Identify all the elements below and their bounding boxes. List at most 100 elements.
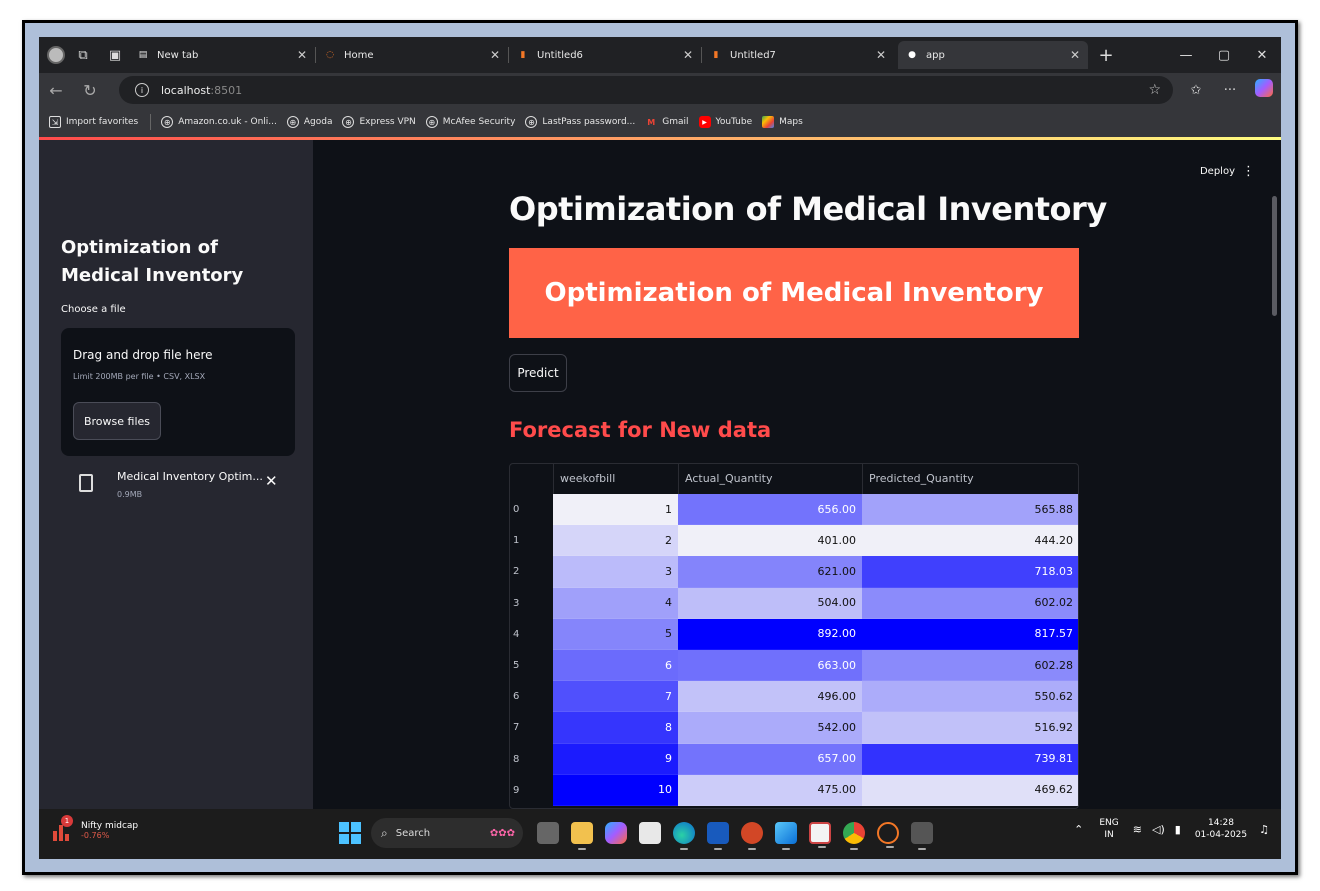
notification-bell-icon[interactable]: ♫ — [1259, 823, 1269, 836]
cell-actual-quantity[interactable]: 656.00 — [678, 494, 862, 526]
table-row[interactable]: 5 6 663.00 602.28 — [509, 649, 1079, 682]
restore-icon[interactable]: ▢ — [1205, 48, 1243, 63]
bookmark-maps[interactable]: Maps — [762, 116, 803, 128]
workspaces-icon[interactable]: ⧉ — [69, 41, 97, 69]
cell-predicted-quantity[interactable]: 602.02 — [862, 587, 1079, 619]
store-icon[interactable] — [639, 822, 661, 844]
predict-button[interactable]: Predict — [509, 354, 567, 392]
chrome-icon[interactable] — [843, 822, 865, 850]
bookmark-lastpass[interactable]: ⊕ LastPass password... — [525, 116, 635, 128]
bookmark-mcafee[interactable]: ⊕ McAfee Security — [425, 116, 515, 128]
cell-predicted-quantity[interactable]: 469.62 — [862, 774, 1079, 806]
word-icon[interactable] — [707, 822, 729, 850]
tab-home[interactable]: ◌ Home ✕ — [316, 41, 508, 69]
snipping-icon[interactable] — [809, 822, 831, 848]
site-info-icon[interactable]: i — [135, 83, 149, 97]
row-index[interactable]: 3 — [509, 588, 553, 619]
row-index[interactable]: 6 — [509, 681, 553, 712]
bookmark-expressvpn[interactable]: ⊕ Express VPN — [342, 116, 416, 128]
cell-actual-quantity[interactable]: 663.00 — [678, 649, 862, 682]
column-header-weekofbill[interactable]: weekofbill — [553, 463, 678, 494]
bookmark-amazon[interactable]: ⊕ Amazon.co.uk - Onli... — [161, 116, 277, 128]
stock-widget[interactable]: 1 Nifty midcap -0.76% — [53, 815, 138, 841]
refresh-icon[interactable]: ↻ — [73, 81, 107, 100]
cell-predicted-quantity[interactable]: 550.62 — [862, 681, 1079, 713]
chevron-up-icon[interactable]: ⌃ — [1074, 823, 1083, 836]
tab-untitled6[interactable]: ▮ Untitled6 ✕ — [509, 41, 701, 69]
cell-actual-quantity[interactable]: 496.00 — [678, 681, 862, 713]
cell-predicted-quantity[interactable]: 444.20 — [862, 525, 1079, 557]
minimize-icon[interactable]: — — [1167, 48, 1205, 63]
table-row[interactable]: 0 1 656.00 565.88 — [509, 494, 1079, 526]
deploy-button[interactable]: Deploy — [1200, 166, 1235, 177]
cell-predicted-quantity[interactable]: 718.03 — [862, 556, 1079, 588]
clock[interactable]: 14:28 01-04-2025 — [1195, 817, 1247, 841]
file-dropzone[interactable]: Drag and drop file here Limit 200MB per … — [61, 328, 295, 456]
cell-weekofbill[interactable]: 3 — [553, 556, 678, 588]
cell-weekofbill[interactable]: 8 — [553, 712, 678, 744]
row-index[interactable]: 4 — [509, 619, 553, 650]
cell-weekofbill[interactable]: 4 — [553, 587, 678, 619]
close-window-icon[interactable]: ✕ — [1243, 48, 1281, 63]
table-row[interactable]: 1 2 401.00 444.20 — [509, 525, 1079, 557]
column-header-actual[interactable]: Actual_Quantity — [678, 463, 862, 494]
close-icon[interactable]: ✕ — [1070, 48, 1080, 62]
close-icon[interactable]: ✕ — [876, 48, 886, 62]
tab-app[interactable]: ● app ✕ — [898, 41, 1088, 69]
cell-weekofbill[interactable]: 2 — [553, 525, 678, 557]
bookmark-agoda[interactable]: ⊕ Agoda — [286, 116, 332, 128]
remove-file-icon[interactable]: ✕ — [265, 472, 278, 490]
cell-predicted-quantity[interactable]: 739.81 — [862, 743, 1079, 775]
bookmark-youtube[interactable]: ▶ YouTube — [698, 116, 752, 128]
cell-weekofbill[interactable]: 10 — [553, 774, 678, 806]
cell-weekofbill[interactable]: 5 — [553, 618, 678, 650]
cell-actual-quantity[interactable]: 621.00 — [678, 556, 862, 588]
cell-predicted-quantity[interactable]: 516.92 — [862, 712, 1079, 744]
row-index[interactable]: 7 — [509, 712, 553, 743]
tab-new-tab[interactable]: ▤ New tab ✕ — [129, 41, 315, 69]
new-tab-button[interactable]: + — [1092, 41, 1120, 69]
battery-icon[interactable]: ▮ — [1175, 823, 1181, 836]
wifi-icon[interactable]: ≋ — [1133, 823, 1142, 836]
row-index[interactable]: 1 — [509, 525, 553, 556]
terminal-icon[interactable] — [911, 822, 933, 850]
language-indicator[interactable]: ENG IN — [1099, 817, 1118, 841]
close-icon[interactable]: ✕ — [297, 48, 307, 62]
cell-weekofbill[interactable]: 9 — [553, 743, 678, 775]
table-row[interactable]: 7 8 542.00 516.92 — [509, 712, 1079, 744]
cell-actual-quantity[interactable]: 892.00 — [678, 618, 862, 650]
table-row[interactable]: 8 9 657.00 739.81 — [509, 743, 1079, 775]
close-icon[interactable]: ✕ — [683, 48, 693, 62]
cell-weekofbill[interactable]: 7 — [553, 681, 678, 713]
task-view-icon[interactable] — [537, 822, 559, 844]
browse-files-button[interactable]: Browse files — [73, 402, 161, 440]
edge-icon[interactable] — [673, 822, 695, 850]
table-row[interactable]: 3 4 504.00 602.02 — [509, 587, 1079, 619]
tab-actions-icon[interactable]: ▣ — [101, 41, 129, 69]
table-row[interactable]: 2 3 621.00 718.03 — [509, 556, 1079, 588]
file-explorer-icon[interactable] — [571, 822, 593, 850]
forecast-table[interactable]: weekofbill Actual_Quantity Predicted_Qua… — [509, 463, 1079, 806]
close-icon[interactable]: ✕ — [490, 48, 500, 62]
favorite-star-icon[interactable]: ☆ — [1148, 82, 1161, 98]
column-header-predicted[interactable]: Predicted_Quantity — [862, 463, 1079, 494]
profile-avatar[interactable] — [47, 46, 65, 64]
tab-untitled7[interactable]: ▮ Untitled7 ✕ — [702, 41, 894, 69]
paint-icon[interactable] — [775, 822, 797, 850]
bookmark-gmail[interactable]: M Gmail — [645, 116, 688, 128]
more-icon[interactable]: ··· — [1213, 83, 1247, 98]
back-icon[interactable]: ← — [39, 81, 73, 100]
cell-actual-quantity[interactable]: 542.00 — [678, 712, 862, 744]
column-header-index[interactable] — [509, 463, 553, 494]
table-row[interactable]: 4 5 892.00 817.57 — [509, 618, 1079, 650]
scrollbar[interactable] — [1272, 196, 1277, 316]
jupyter-app-icon[interactable] — [877, 822, 899, 848]
copilot-app-icon[interactable] — [605, 822, 627, 844]
url-bar[interactable]: i localhost:8501 ☆ — [119, 76, 1173, 104]
cell-predicted-quantity[interactable]: 602.28 — [862, 649, 1079, 682]
cell-weekofbill[interactable]: 6 — [553, 649, 678, 682]
row-index[interactable]: 2 — [509, 556, 553, 587]
taskbar-search[interactable]: ⌕ Search ✿✿✿ — [371, 818, 523, 848]
cell-actual-quantity[interactable]: 401.00 — [678, 525, 862, 557]
table-row[interactable]: 9 10 475.00 469.62 — [509, 774, 1079, 806]
